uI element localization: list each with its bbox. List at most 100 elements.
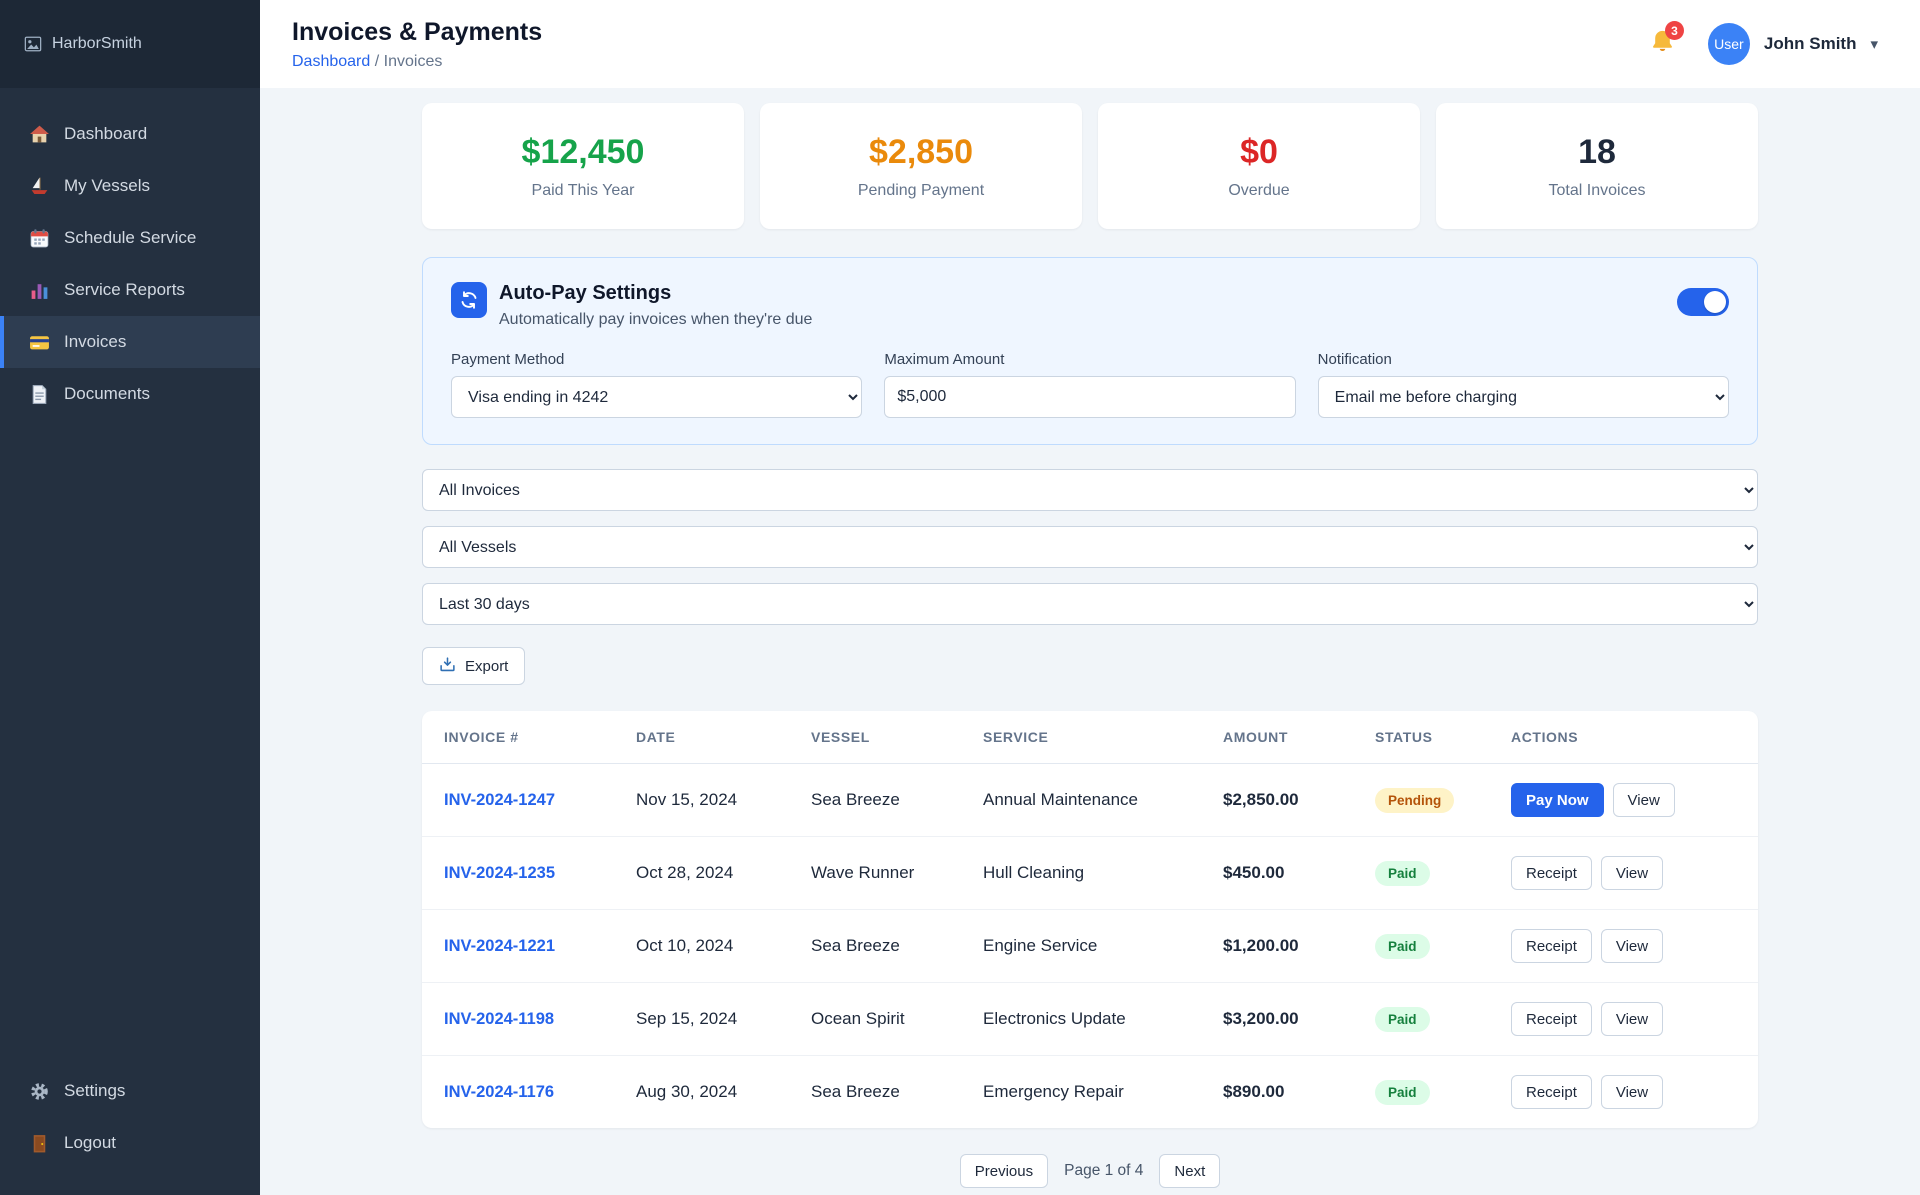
sidebar-item-dashboard[interactable]: Dashboard [0, 108, 260, 160]
invoice-link[interactable]: INV-2024-1198 [444, 1010, 554, 1028]
receipt-button[interactable]: Receipt [1511, 929, 1592, 963]
date-cell: Oct 28, 2024 [622, 836, 797, 910]
view-button[interactable]: View [1600, 856, 1664, 890]
door-icon [28, 1132, 50, 1154]
stat-card-overdue: $0 Overdue [1098, 103, 1420, 229]
sidebar-item-label: My Vessels [64, 176, 150, 195]
next-page-button[interactable]: Next [1159, 1154, 1221, 1188]
export-button[interactable]: Export [422, 647, 526, 685]
invoice-status-filter-select[interactable]: All Invoices [422, 469, 1758, 511]
stat-card-total-invoices: 18 Total Invoices [1436, 103, 1758, 229]
service-cell: Engine Service [969, 909, 1209, 983]
table-row: INV-2024-1235 Oct 28, 2024 Wave Runner H… [422, 836, 1758, 910]
sidebar-item-label: Dashboard [64, 124, 148, 143]
stat-label: Total Invoices [1548, 181, 1646, 199]
status-badge: Paid [1375, 860, 1430, 886]
amount-cell: $450.00 [1209, 836, 1361, 910]
stat-label: Paid This Year [531, 181, 635, 199]
sidebar-item-label: Documents [64, 384, 150, 403]
autopay-refresh-icon [451, 282, 487, 318]
stat-card-pending-payment: $2,850 Pending Payment [760, 103, 1082, 229]
pay-now-button[interactable]: Pay Now [1511, 783, 1604, 817]
home-icon [28, 123, 50, 145]
autopay-toggle[interactable] [1677, 288, 1729, 316]
sidebar-item-invoices[interactable]: Invoices [0, 316, 260, 368]
view-button[interactable]: View [1612, 783, 1675, 817]
sidebar-item-documents[interactable]: Documents [0, 368, 260, 420]
autopay-title: Auto-Pay Settings [499, 282, 672, 304]
previous-page-button[interactable]: Previous [959, 1154, 1049, 1188]
chevron-down-icon[interactable]: ▾ [1870, 35, 1878, 53]
breadcrumb-dashboard-link[interactable]: Dashboard [292, 53, 370, 70]
date-range-filter-select[interactable]: Last 30 days [422, 583, 1758, 625]
column-header-amount: AMOUNT [1209, 711, 1361, 764]
view-button[interactable]: View [1600, 1075, 1664, 1109]
vessel-cell: Sea Breeze [811, 1082, 900, 1101]
vessel-cell: Sea Breeze [797, 909, 969, 983]
autopay-settings-panel: Auto-Pay Settings Automatically pay invo… [422, 257, 1758, 445]
pagination: Previous Page 1 of 4 Next [422, 1154, 1758, 1188]
invoice-link[interactable]: INV-2024-1176 [444, 1083, 554, 1101]
sidebar-item-label: Settings [64, 1081, 126, 1100]
invoice-link[interactable]: INV-2024-1221 [444, 937, 555, 955]
vessel-cell: Ocean Spirit [797, 982, 969, 1056]
maximum-amount-label: Maximum Amount [884, 351, 1005, 368]
receipt-button[interactable]: Receipt [1511, 1002, 1592, 1036]
page-status: Page 1 of 4 [1064, 1162, 1144, 1179]
vessel-filter-select[interactable]: All Vessels [422, 526, 1758, 568]
invoices-table: INVOICE # DATE VESSEL SERVICE AMOUNT STA… [422, 711, 1758, 1128]
notification-select[interactable]: Email me before charging [1317, 376, 1729, 418]
avatar[interactable]: User [1707, 23, 1750, 65]
column-header-vessel: VESSEL [797, 711, 969, 764]
sidebar-footer: Settings Logout [0, 1055, 260, 1195]
sidebar-item-logout[interactable]: Logout [0, 1117, 260, 1169]
page-title: Invoices & Payments [292, 17, 543, 46]
broken-image-icon [22, 33, 44, 55]
table-row: INV-2024-1221 Oct 10, 2024 Sea Breeze En… [422, 909, 1758, 983]
sidebar-item-schedule-service[interactable]: Schedule Service [0, 212, 260, 264]
breadcrumb-current: Invoices [383, 52, 443, 70]
credit-card-icon [28, 331, 50, 353]
page-header: Invoices & Payments Dashboard / Invoices… [260, 0, 1920, 88]
sidebar-item-label: Invoices [64, 332, 127, 351]
user-name: John Smith [1763, 34, 1857, 53]
column-header-actions: ACTIONS [1497, 711, 1758, 764]
document-icon [28, 383, 50, 405]
view-button[interactable]: View [1600, 929, 1664, 963]
payment-method-select[interactable]: Visa ending in 4242 [451, 376, 863, 418]
payment-method-field: Payment Method Visa ending in 4242 [451, 351, 863, 418]
service-cell: Annual Maintenance [969, 763, 1209, 837]
date-cell: Aug 30, 2024 [636, 1082, 738, 1101]
column-header-status: STATUS [1361, 711, 1497, 764]
vessel-cell: Wave Runner [797, 836, 969, 910]
view-button[interactable]: View [1600, 1002, 1664, 1036]
column-header-service: SERVICE [969, 711, 1209, 764]
sidebar-item-service-reports[interactable]: Service Reports [0, 264, 260, 316]
stat-card-paid-this-year: $12,450 Paid This Year [422, 103, 744, 229]
sidebar-item-label: Schedule Service [64, 228, 197, 247]
logo-text: HarborSmith [52, 35, 142, 52]
amount-cell: $1,200.00 [1209, 909, 1361, 983]
autopay-subtitle: Automatically pay invoices when they're … [499, 311, 813, 328]
invoice-link[interactable]: INV-2024-1235 [444, 864, 555, 882]
notification-label: Notification [1317, 351, 1392, 368]
service-cell: Emergency Repair [983, 1082, 1124, 1101]
main-column: Invoices & Payments Dashboard / Invoices… [260, 0, 1920, 1195]
invoice-link[interactable]: INV-2024-1247 [444, 791, 555, 809]
sidebar-item-settings[interactable]: Settings [0, 1065, 260, 1117]
status-badge: Paid [1375, 933, 1430, 959]
status-badge: Paid [1375, 1079, 1430, 1105]
receipt-button[interactable]: Receipt [1511, 1075, 1592, 1109]
sidebar-item-my-vessels[interactable]: My Vessels [0, 160, 260, 212]
stat-value: $12,450 [521, 132, 645, 171]
stat-label: Overdue [1228, 181, 1290, 199]
receipt-button[interactable]: Receipt [1511, 856, 1592, 890]
app-logo: HarborSmith [0, 0, 260, 88]
service-cell: Hull Cleaning [969, 836, 1209, 910]
maximum-amount-input[interactable] [884, 376, 1296, 418]
maximum-amount-field: Maximum Amount [884, 351, 1296, 418]
notifications-button[interactable]: 3 [1649, 21, 1684, 60]
table-header-row: INVOICE # DATE VESSEL SERVICE AMOUNT STA… [422, 711, 1758, 764]
stat-value: 18 [1578, 132, 1616, 171]
calendar-icon [28, 227, 50, 249]
